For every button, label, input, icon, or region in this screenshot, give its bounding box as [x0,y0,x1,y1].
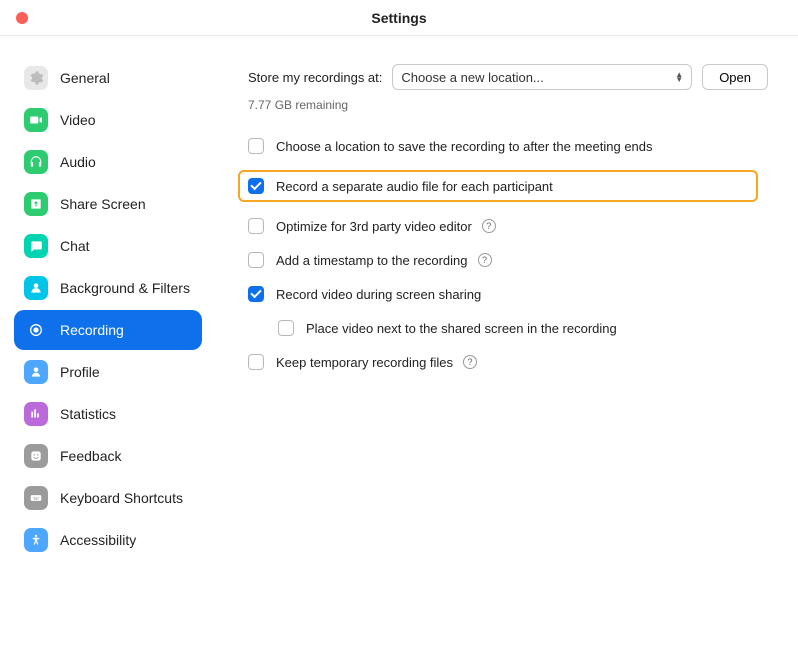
sidebar-item-recording[interactable]: Recording [14,310,202,350]
location-select-value: Choose a new location... [401,70,543,85]
option-label: Add a timestamp to the recording [276,253,468,268]
sidebar-item-keyboard[interactable]: Keyboard Shortcuts [14,478,202,518]
sidebar-item-feedback[interactable]: Feedback [14,436,202,476]
gear-icon [24,66,48,90]
sidebar-item-label: Accessibility [60,532,136,548]
sidebar-item-label: Audio [60,154,96,170]
accessibility-icon [24,528,48,552]
option-label: Record a separate audio file for each pa… [276,179,553,194]
sidebar-item-label: Keyboard Shortcuts [60,490,183,506]
storage-remaining: 7.77 GB remaining [248,98,768,112]
option-row: Keep temporary recording files? [248,352,768,372]
option-row: Choose a location to save the recording … [248,136,768,156]
record-icon [24,318,48,342]
store-location-label: Store my recordings at: [248,70,382,85]
share-icon [24,192,48,216]
content: General Video Audio Share Screen Chat Backgro… [0,36,798,651]
help-icon[interactable]: ? [463,355,477,369]
sidebar: General Video Audio Share Screen Chat Backgro… [0,36,210,651]
window-title: Settings [0,10,798,26]
sidebar-item-label: Recording [60,322,124,338]
location-select[interactable]: Choose a new location... ▲▼ [392,64,692,90]
sidebar-item-statistics[interactable]: Statistics [14,394,202,434]
camera-icon [24,108,48,132]
open-button[interactable]: Open [702,64,768,90]
checkbox[interactable] [248,354,264,370]
chat-icon [24,234,48,258]
help-icon[interactable]: ? [482,219,496,233]
person-icon [24,276,48,300]
titlebar: Settings [0,0,798,36]
main-panel: Store my recordings at: Choose a new loc… [210,36,798,651]
sidebar-item-label: Profile [60,364,100,380]
checkbox[interactable] [248,286,264,302]
options-list: Choose a location to save the recording … [248,136,768,372]
sidebar-item-label: Chat [60,238,90,254]
sidebar-item-label: General [60,70,110,86]
sidebar-item-accessibility[interactable]: Accessibility [14,520,202,560]
stats-icon [24,402,48,426]
sidebar-item-share-screen[interactable]: Share Screen [14,184,202,224]
store-location-row: Store my recordings at: Choose a new loc… [248,64,768,90]
option-row: Record video during screen sharing [248,284,768,304]
keyboard-icon [24,486,48,510]
help-icon[interactable]: ? [478,253,492,267]
sidebar-item-profile[interactable]: Profile [14,352,202,392]
option-label: Place video next to the shared screen in… [306,321,617,336]
option-row: Optimize for 3rd party video editor? [248,216,768,236]
option-row: Add a timestamp to the recording? [248,250,768,270]
sidebar-item-label: Feedback [60,448,121,464]
sidebar-item-label: Video [60,112,96,128]
checkbox[interactable] [278,320,294,336]
sidebar-item-video[interactable]: Video [14,100,202,140]
window-close-button[interactable] [16,12,28,24]
chevron-updown-icon: ▲▼ [675,72,683,82]
option-label: Keep temporary recording files [276,355,453,370]
checkbox[interactable] [248,178,264,194]
headphones-icon [24,150,48,174]
option-label: Choose a location to save the recording … [276,139,653,154]
feedback-icon [24,444,48,468]
sidebar-item-background[interactable]: Background & Filters [14,268,202,308]
profile-icon [24,360,48,384]
option-row: Record a separate audio file for each pa… [238,170,758,202]
option-row: Place video next to the shared screen in… [278,318,768,338]
sidebar-item-label: Share Screen [60,196,146,212]
sidebar-item-general[interactable]: General [14,58,202,98]
checkbox[interactable] [248,218,264,234]
option-label: Record video during screen sharing [276,287,481,302]
sidebar-item-audio[interactable]: Audio [14,142,202,182]
checkbox[interactable] [248,252,264,268]
checkbox[interactable] [248,138,264,154]
sidebar-item-chat[interactable]: Chat [14,226,202,266]
option-label: Optimize for 3rd party video editor [276,219,472,234]
sidebar-item-label: Background & Filters [60,280,190,296]
sidebar-item-label: Statistics [60,406,116,422]
